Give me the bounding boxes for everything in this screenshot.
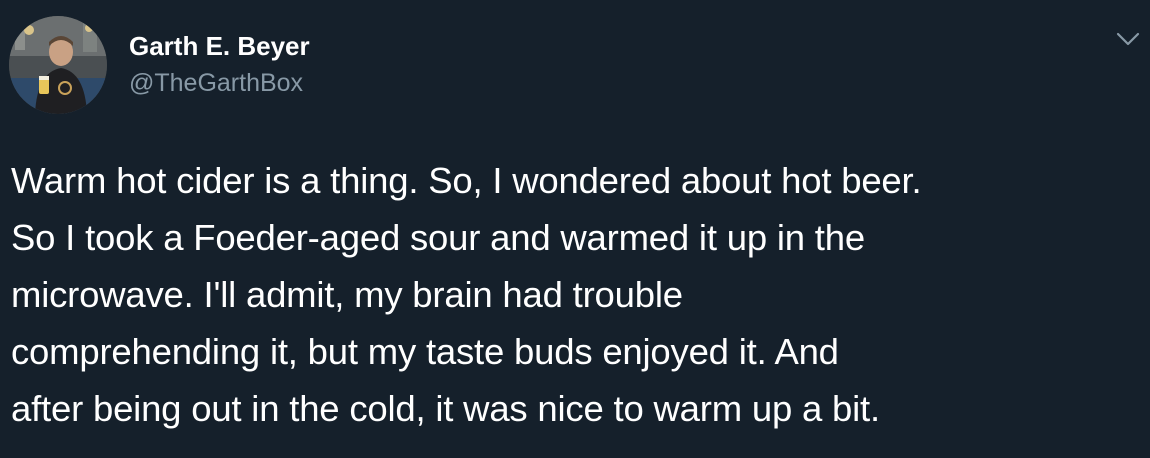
- tweet-text-line: comprehending it, but my taste buds enjo…: [11, 331, 839, 372]
- tweet-menu-button[interactable]: [1114, 27, 1142, 51]
- avatar[interactable]: [9, 16, 107, 114]
- tweet-text-line: So I took a Foeder-aged sour and warmed …: [11, 217, 865, 258]
- chevron-down-icon: [1116, 32, 1140, 46]
- tweet-text-line: microwave. I'll admit, my brain had trou…: [11, 274, 683, 315]
- author-name[interactable]: Garth E. Beyer: [129, 30, 310, 62]
- tweet-text-line: after being out in the cold, it was nice…: [11, 388, 880, 429]
- tweet-text-line: Warm hot cider is a thing. So, I wondere…: [11, 160, 922, 201]
- author-block: Garth E. Beyer @TheGarthBox: [129, 30, 310, 98]
- avatar-photo-icon: [9, 16, 107, 114]
- tweet-card: Garth E. Beyer @TheGarthBox Warm hot cid…: [0, 0, 1150, 458]
- author-handle[interactable]: @TheGarthBox: [129, 68, 310, 98]
- tweet-text: Warm hot cider is a thing. So, I wondere…: [11, 152, 1146, 437]
